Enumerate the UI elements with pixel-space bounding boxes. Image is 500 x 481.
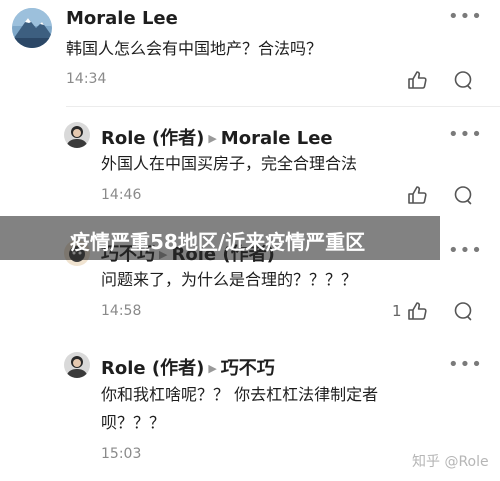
comment-2: Role (作者) ▶ Morale Lee ••• 外国人在中国买房子，完全合理合… (0, 106, 500, 216)
source-watermark: 知乎 @Role (412, 454, 489, 470)
comment-time: 15:03 (101, 446, 142, 462)
more-dots-icon[interactable]: ••• (448, 240, 483, 261)
comment-1: Morale Lee ••• 韩国人怎么会有中国地产？合法吗？ 14:34 (0, 0, 500, 106)
reply-to-name[interactable]: 巧不巧 (221, 358, 275, 379)
comment-text: 问题来了，为什么是合理的？？？？ (101, 270, 358, 289)
thumbs-up-icon[interactable] (406, 69, 428, 91)
thumbs-up-icon[interactable] (406, 300, 428, 322)
comment-author[interactable]: Morale Lee (66, 8, 178, 29)
comment-text: 韩国人怎么会有中国地产？合法吗？ (66, 39, 323, 58)
mountain-avatar[interactable] (12, 8, 52, 48)
person-avatar[interactable] (64, 122, 90, 148)
comment-author[interactable]: Role (作者) (101, 358, 204, 379)
comment-time: 14:34 (66, 71, 107, 87)
comment-text-line-1: 你和我杠啥呢？？ 你去杠杠法律制定者 (101, 385, 379, 404)
reply-arrow-icon: ▶ (208, 362, 217, 375)
thumbs-up-icon[interactable] (406, 184, 428, 206)
comment-time: 14:46 (101, 187, 142, 203)
comment-text: 外国人在中国买房子，完全合理合法 (101, 154, 358, 173)
headline-text: 疫情严重58地区/近来疫情严重区 (70, 230, 366, 254)
reply-to-name[interactable]: Morale Lee (221, 128, 333, 149)
more-dots-icon[interactable]: ••• (448, 6, 483, 27)
more-dots-icon[interactable]: ••• (448, 124, 483, 145)
reply-arrow-icon: ▶ (208, 132, 217, 145)
person-avatar[interactable] (64, 352, 90, 378)
comment-bubble-icon[interactable] (452, 300, 474, 322)
comment-time: 14:58 (101, 303, 142, 319)
more-dots-icon[interactable]: ••• (448, 354, 483, 375)
comment-bubble-icon[interactable] (452, 69, 474, 91)
like-count: 1 (392, 302, 402, 320)
comment-author[interactable]: Role (作者) (101, 128, 204, 149)
comment-text-line-2: 呗？？？ (101, 413, 166, 432)
comment-author-line: Role (作者) ▶ 巧不巧 (101, 354, 275, 380)
comment-author-line: Role (作者) ▶ Morale Lee (101, 124, 333, 150)
comment-bubble-icon[interactable] (452, 184, 474, 206)
